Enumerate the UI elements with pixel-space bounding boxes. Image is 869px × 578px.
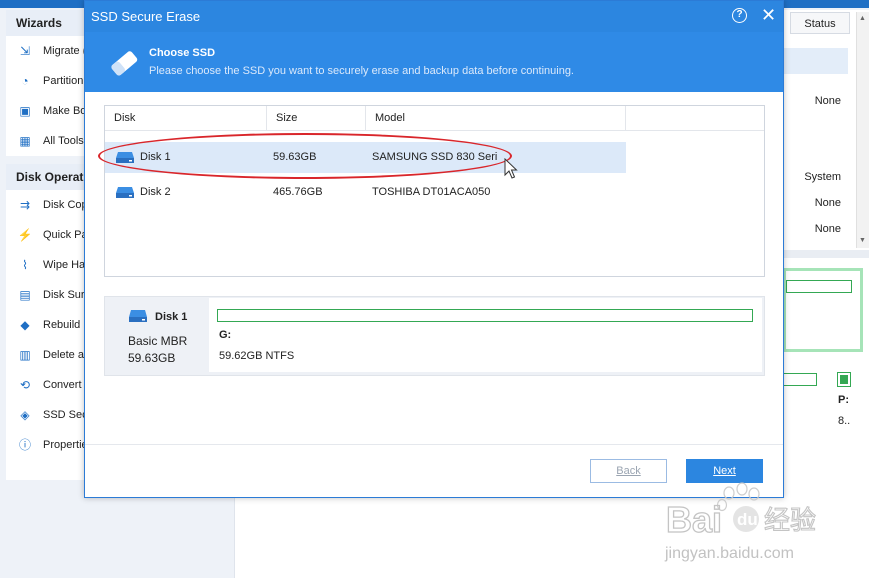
disk-size: 465.76GB <box>273 186 323 198</box>
disk-type: Basic MBR <box>128 334 188 348</box>
disk-name: Disk 2 <box>140 186 171 198</box>
status-value: None <box>814 197 841 209</box>
column-header-disk[interactable]: Disk <box>105 106 267 131</box>
disk-map: Disk 1 Basic MBR 59.63GB G: 59.62GB NTFS <box>104 296 765 376</box>
disk-name: Disk 1 <box>140 151 171 163</box>
disk-copy-icon: ⇉ <box>19 198 31 212</box>
surface-test-icon: ▤ <box>19 288 31 302</box>
dialog-title-bar[interactable]: SSD Secure Erase ? ✕ <box>85 1 783 32</box>
dialog-title: SSD Secure Erase <box>91 9 201 24</box>
dialog-header: Choose SSD Please choose the SSD you wan… <box>85 32 783 92</box>
vertical-scrollbar[interactable]: ▲ ▼ <box>856 12 869 248</box>
disk-size: 59.63GB <box>273 151 317 163</box>
sidebar-item-label: Convert <box>43 379 82 391</box>
partition-size: 8.. <box>838 415 851 427</box>
migrate-icon: ⇲ <box>19 44 31 58</box>
status-value: System <box>804 171 841 183</box>
partition-letter: P: <box>838 394 849 406</box>
sidebar-item-label: Partition <box>43 75 84 87</box>
partition-bar <box>783 373 817 386</box>
partition-info: 59.62GB NTFS <box>219 350 295 362</box>
eraser-icon <box>111 51 138 76</box>
table-row[interactable]: Disk 2 465.76GB TOSHIBA DT01ACA050 <box>105 177 626 208</box>
partition-block[interactable]: G: 59.62GB NTFS <box>209 298 762 372</box>
disk-capacity: 59.63GB <box>128 351 176 365</box>
table-header: Disk Size Model <box>105 106 764 131</box>
scroll-up-icon[interactable]: ▲ <box>859 15 866 22</box>
help-icon[interactable]: ? <box>732 8 747 23</box>
sidebar-item-label: Propertie <box>43 439 88 451</box>
trash-icon: ▥ <box>19 348 31 362</box>
status-value: None <box>814 223 841 235</box>
tag-icon: ◆ <box>20 318 30 332</box>
column-header-model[interactable]: Model <box>366 106 626 131</box>
disk-table: Disk Size Model Disk 1 59.63GB SAMSUNG S… <box>104 105 765 277</box>
hard-disk-icon <box>116 152 134 163</box>
eraser-icon: ◈ <box>20 408 30 422</box>
sidebar-item-label: Quick Pa <box>43 229 88 241</box>
partition-bar <box>786 280 852 293</box>
make-bootable-icon: ▣ <box>19 104 31 118</box>
disk-model: TOSHIBA DT01ACA050 <box>372 186 491 198</box>
header-title: Choose SSD <box>149 47 216 59</box>
mouse-cursor-icon <box>504 158 518 179</box>
panel-separator <box>783 250 869 258</box>
sidebar-item-label: Migrate ( <box>43 45 87 57</box>
disk-card[interactable] <box>783 268 863 352</box>
disk-name: Disk 1 <box>155 311 188 323</box>
selected-row-highlight <box>784 48 848 74</box>
hard-disk-icon <box>116 187 134 198</box>
all-tools-icon: ▦ <box>19 134 31 148</box>
sidebar-item-label: Disk Surf <box>43 289 88 301</box>
status-column-header[interactable]: Status <box>790 12 850 34</box>
disk-model: SAMSUNG SSD 830 Seri <box>372 151 498 163</box>
next-button[interactable]: Next <box>686 459 763 483</box>
sidebar-item-label: All Tools <box>43 135 84 147</box>
sidebar-item-label: Wipe Ha <box>43 259 86 271</box>
status-value: None <box>814 95 841 107</box>
disk-info[interactable]: Disk 1 Basic MBR 59.63GB <box>105 297 209 375</box>
scroll-down-icon[interactable]: ▼ <box>859 237 866 244</box>
partition-bar <box>217 309 753 322</box>
footer-divider <box>85 444 783 445</box>
hard-disk-icon <box>129 310 147 322</box>
close-icon[interactable]: ✕ <box>761 5 776 25</box>
convert-icon: ⟲ <box>19 378 31 392</box>
table-row[interactable]: Disk 1 59.63GB SAMSUNG SSD 830 Seri <box>105 142 626 173</box>
sidebar-item-label: Disk Cop <box>43 199 88 211</box>
ssd-secure-erase-dialog: SSD Secure Erase ? ✕ Choose SSD Please c… <box>84 0 784 498</box>
info-icon: ⓘ <box>18 438 31 452</box>
back-button[interactable]: Back <box>590 459 667 483</box>
lightning-icon: ⚡ <box>17 228 33 242</box>
partition-icon: ◔ <box>21 74 29 88</box>
partition-usage-icon <box>837 372 851 387</box>
sidebar-item-label: Make Bo <box>43 105 87 117</box>
header-subtitle: Please choose the SSD you want to secure… <box>149 65 574 77</box>
sidebar-item-label: Delete a <box>43 349 84 361</box>
disk-card[interactable]: P: 8.. <box>783 362 869 442</box>
partition-letter: G: <box>219 329 232 341</box>
broom-icon: ⌇ <box>22 258 28 272</box>
column-header-size[interactable]: Size <box>267 106 366 131</box>
